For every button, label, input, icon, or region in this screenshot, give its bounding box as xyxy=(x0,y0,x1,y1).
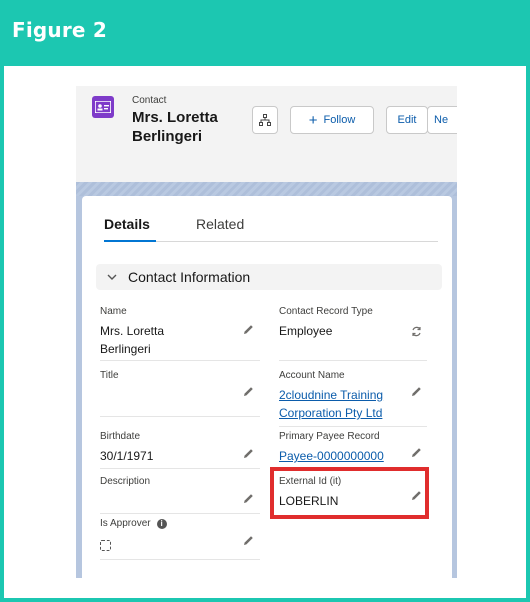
account-name-link[interactable]: 2cloudnine Training Corporation Pty Ltd xyxy=(279,386,383,422)
tab-related[interactable]: Related xyxy=(196,216,244,232)
hierarchy-button[interactable] xyxy=(252,106,278,134)
page-background-stripe xyxy=(76,182,457,196)
hierarchy-icon xyxy=(259,114,271,126)
field-description: Description xyxy=(100,476,260,516)
pencil-icon[interactable] xyxy=(411,447,422,458)
field-value-line1: Mrs. Loretta xyxy=(100,324,165,338)
pencil-icon[interactable] xyxy=(243,386,254,397)
field-label: Description xyxy=(100,476,151,487)
active-tab-indicator xyxy=(104,240,156,242)
field-label: Account Name xyxy=(279,370,345,381)
field-divider xyxy=(100,360,260,361)
field-divider xyxy=(279,426,427,427)
field-divider xyxy=(279,360,427,361)
record-highlights-panel: Contact Mrs. Loretta Berlingeri + Follow… xyxy=(76,86,457,182)
new-button[interactable]: Ne xyxy=(427,106,457,134)
record-name: Mrs. Loretta Berlingeri xyxy=(132,108,242,146)
pencil-icon[interactable] xyxy=(411,386,422,397)
field-value-line2: Berlingeri xyxy=(100,342,151,356)
field-divider xyxy=(100,559,260,560)
field-title: Title xyxy=(100,370,260,430)
field-label: Title xyxy=(100,370,119,381)
field-label: Primary Payee Record xyxy=(279,431,380,442)
field-label-text: Is Approver xyxy=(100,518,151,529)
pencil-icon[interactable] xyxy=(243,535,254,546)
section-title: Contact Information xyxy=(128,269,251,285)
edit-button[interactable]: Edit xyxy=(386,106,428,134)
field-name: Name Mrs. Loretta Berlingeri xyxy=(100,306,260,366)
contact-card-icon xyxy=(92,96,114,118)
field-label: Name xyxy=(100,306,127,317)
field-value-line1: 2cloudnine Training xyxy=(279,388,384,402)
field-value: 30/1/1971 xyxy=(100,449,154,463)
record-name-line1: Mrs. Loretta xyxy=(132,109,218,126)
pencil-icon[interactable] xyxy=(243,324,254,335)
follow-button[interactable]: + Follow xyxy=(290,106,374,134)
highlight-box xyxy=(270,467,429,519)
object-type-label: Contact xyxy=(132,95,167,106)
field-divider xyxy=(100,513,260,514)
field-label: Birthdate xyxy=(100,431,141,442)
field-primary-payee-record: Primary Payee Record Payee-0000000000 xyxy=(279,431,429,471)
plus-icon: + xyxy=(308,111,318,129)
field-value: Employee xyxy=(279,324,333,338)
field-birthdate: Birthdate 30/1/1971 xyxy=(100,431,260,471)
change-record-type-icon[interactable] xyxy=(411,326,422,337)
field-divider xyxy=(100,468,260,469)
field-label: Is Approver i xyxy=(100,518,167,529)
field-is-approver: Is Approver i xyxy=(100,518,260,568)
field-value: Mrs. Loretta Berlingeri xyxy=(100,322,164,358)
pencil-icon[interactable] xyxy=(243,448,254,459)
record-name-line2: Berlingeri xyxy=(132,128,203,145)
field-value-line2: Corporation Pty Ltd xyxy=(279,406,383,420)
chevron-down-icon xyxy=(107,274,117,280)
tab-details[interactable]: Details xyxy=(104,216,150,232)
info-icon[interactable]: i xyxy=(156,519,167,529)
follow-label: Follow xyxy=(323,114,356,126)
section-header-contact-information[interactable]: Contact Information xyxy=(96,264,442,290)
field-contact-record-type: Contact Record Type Employee xyxy=(279,306,429,366)
field-divider xyxy=(100,416,260,417)
details-card: Details Related Contact Information Name… xyxy=(82,196,452,578)
field-account-name: Account Name 2cloudnine Training Corpora… xyxy=(279,370,429,430)
primary-payee-link[interactable]: Payee-0000000000 xyxy=(279,447,384,465)
is-approver-checkbox[interactable] xyxy=(100,540,111,551)
pencil-icon[interactable] xyxy=(243,493,254,504)
field-label: Contact Record Type xyxy=(279,306,373,317)
